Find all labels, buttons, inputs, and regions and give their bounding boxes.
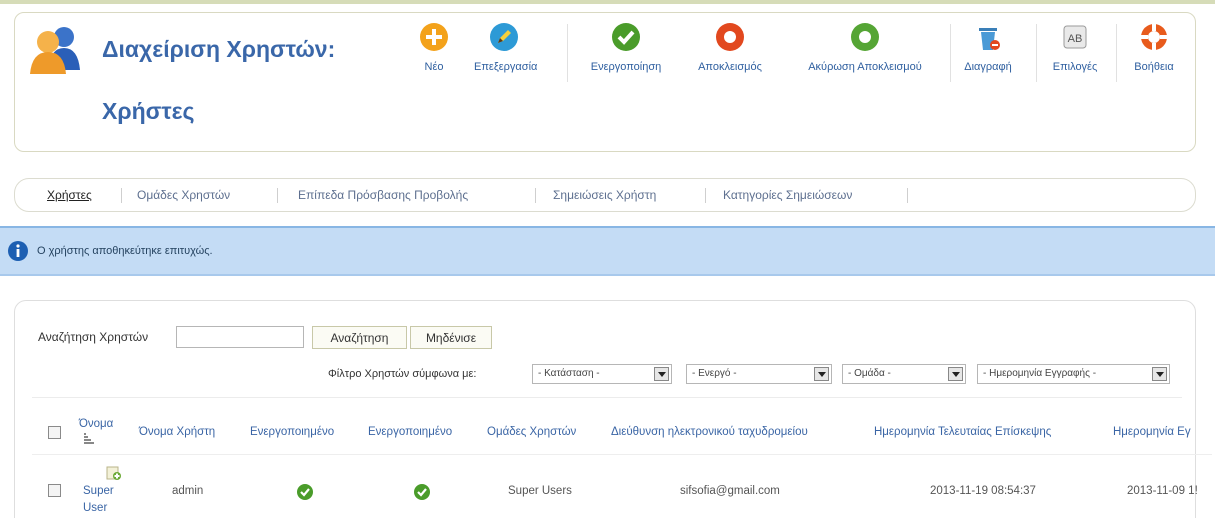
registration-date-filter-value: - Ημερομηνία Εγγραφής - xyxy=(983,368,1097,379)
submenu-users[interactable]: Χρήστες xyxy=(47,188,92,202)
help-label: Βοήθεια xyxy=(1134,61,1174,73)
activated-check-icon[interactable] xyxy=(414,484,430,500)
chevron-down-icon xyxy=(948,367,963,381)
user-group-cell: Super Users xyxy=(508,485,572,497)
column-activated[interactable]: Ενεργοποιημένο xyxy=(368,426,452,438)
activate-button[interactable]: Ενεργοποίηση xyxy=(580,22,672,73)
block-icon xyxy=(716,23,744,51)
svg-text:AB: AB xyxy=(1068,33,1083,45)
chevron-down-icon xyxy=(814,367,829,381)
unblock-button[interactable]: Ακύρωση Αποκλεισμού xyxy=(790,22,940,73)
toolbar-separator xyxy=(1036,24,1037,82)
enabled-check-icon[interactable] xyxy=(297,484,313,500)
submenu-separator xyxy=(907,188,908,203)
active-filter-select[interactable]: - Ενεργό - xyxy=(686,364,832,384)
state-filter-select[interactable]: - Κατάσταση - xyxy=(532,364,672,384)
unblock-label: Ακύρωση Αποκλεισμού xyxy=(808,61,922,73)
delete-button[interactable]: Διαγραφή xyxy=(960,22,1016,73)
chevron-down-icon xyxy=(654,367,669,381)
message-text: Ο χρήστης αποθηκεύτηκε επιτυχώς. xyxy=(37,245,213,257)
edit-button[interactable]: Επεξεργασία xyxy=(474,22,538,73)
toolbar-separator xyxy=(567,24,568,82)
unblock-icon xyxy=(851,23,879,51)
last-visit-cell: 2013-11-19 08:54:37 xyxy=(930,485,1036,497)
search-label: Αναζήτηση Χρηστών xyxy=(38,330,149,344)
info-icon xyxy=(8,241,28,261)
delete-label: Διαγραφή xyxy=(964,61,1012,73)
user-name-link[interactable]: Super xyxy=(83,485,114,497)
page-title: Διαχείριση Χρηστών: xyxy=(102,36,336,62)
toolbar-separator xyxy=(950,24,951,82)
filter-label: Φίλτρο Χρηστών σύμφωνα με: xyxy=(328,368,477,380)
search-input[interactable] xyxy=(176,326,304,348)
check-icon xyxy=(612,23,640,51)
system-message: Ο χρήστης αποθηκεύτηκε επιτυχώς. xyxy=(0,226,1215,276)
options-button[interactable]: AB Επιλογές xyxy=(1048,22,1102,73)
new-label: Νέο xyxy=(424,61,444,73)
submenu-separator xyxy=(705,188,706,203)
users-icon xyxy=(30,27,80,74)
column-enabled[interactable]: Ενεργοποιημένο xyxy=(250,426,334,438)
top-border xyxy=(0,0,1215,4)
column-groups[interactable]: Ομάδες Χρηστών xyxy=(487,426,576,438)
row-checkbox[interactable] xyxy=(48,484,61,497)
submenu-separator xyxy=(277,188,278,203)
column-email[interactable]: Διεύθυνση ηλεκτρονικού ταχυδρομείου xyxy=(611,426,808,438)
toolbar-separator xyxy=(1116,24,1117,82)
pencil-icon xyxy=(490,23,518,51)
column-name[interactable]: Όνομα xyxy=(79,418,113,430)
page-subtitle: Χρήστες xyxy=(102,98,195,124)
header-row-divider xyxy=(32,454,1212,455)
column-last-visit[interactable]: Ημερομηνία Τελευταίας Επίσκεψης xyxy=(874,426,1051,438)
submenu-separator xyxy=(535,188,536,203)
reset-button[interactable]: Μηδένισε xyxy=(410,326,492,349)
new-button[interactable]: Νέο xyxy=(416,22,452,73)
state-filter-value: - Κατάσταση - xyxy=(538,368,600,379)
submenu-notes[interactable]: Σημειώσεις Χρήστη xyxy=(553,188,656,202)
registration-date-cell: 2013-11-09 1! xyxy=(1127,485,1198,497)
lifebuoy-icon xyxy=(1141,24,1167,50)
activate-label: Ενεργοποίηση xyxy=(590,61,662,73)
group-filter-select[interactable]: - Ομάδα - xyxy=(842,364,966,384)
search-button[interactable]: Αναζήτηση xyxy=(312,326,407,349)
trash-icon xyxy=(979,28,1000,50)
filter-divider xyxy=(32,397,1182,398)
sort-icon xyxy=(84,433,94,444)
options-icon: AB xyxy=(1063,25,1087,49)
add-note-icon[interactable] xyxy=(106,465,122,481)
chevron-down-icon xyxy=(1152,367,1167,381)
options-label: Επιλογές xyxy=(1052,61,1098,73)
active-filter-value: - Ενεργό - xyxy=(692,368,737,379)
help-button[interactable]: Βοήθεια xyxy=(1128,22,1180,73)
submenu-groups[interactable]: Ομάδες Χρηστών xyxy=(137,188,230,202)
user-name-link-line2[interactable]: User xyxy=(83,502,107,514)
block-label: Αποκλεισμός xyxy=(698,61,762,73)
plus-icon xyxy=(420,23,448,51)
submenu-separator xyxy=(121,188,122,203)
block-button[interactable]: Αποκλεισμός xyxy=(688,22,772,73)
submenu-access-levels[interactable]: Επίπεδα Πρόσβασης Προβολής xyxy=(298,188,468,202)
select-all-checkbox[interactable] xyxy=(48,426,61,439)
email-cell: sifsofia@gmail.com xyxy=(680,485,780,497)
registration-date-filter-select[interactable]: - Ημερομηνία Εγγραφής - xyxy=(977,364,1170,384)
edit-label: Επεξεργασία xyxy=(474,61,538,73)
column-username[interactable]: Όνομα Χρήστη xyxy=(139,426,215,438)
submenu-note-categories[interactable]: Κατηγορίες Σημειώσεων xyxy=(723,188,852,202)
group-filter-value: - Ομάδα - xyxy=(848,368,891,379)
column-registration-date[interactable]: Ημερομηνία Εγ xyxy=(1113,426,1191,438)
username-cell: admin xyxy=(172,485,204,497)
submenu: Χρήστες Ομάδες Χρηστών Επίπεδα Πρόσβασης… xyxy=(14,178,1196,212)
